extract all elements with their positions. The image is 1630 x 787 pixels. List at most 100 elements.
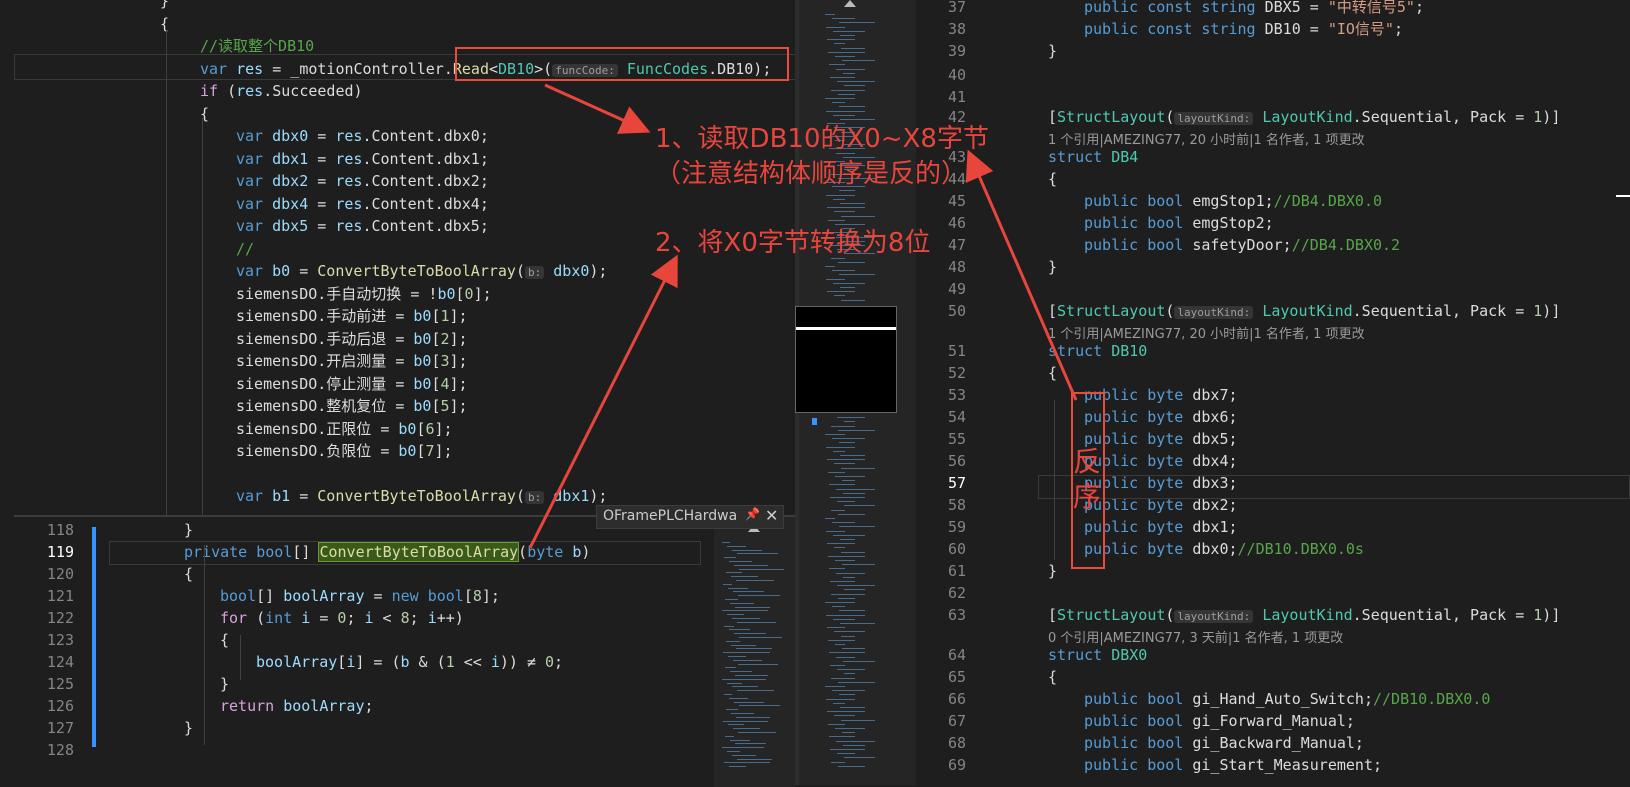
code-line[interactable]: public bool gi_Start_Measurement;: [1084, 754, 1382, 777]
code-line[interactable]: }: [1048, 560, 1057, 583]
line-number: 59: [947, 518, 966, 536]
minimap-line: [733, 728, 760, 730]
code-line[interactable]: [StructLayout(layoutKind: LayoutKind.Seq…: [1048, 106, 1560, 131]
code-line[interactable]: struct DB10: [1048, 340, 1147, 363]
code-line[interactable]: struct DBX0: [1048, 644, 1147, 667]
code-line[interactable]: public byte dbx7;: [1084, 384, 1238, 407]
minimap-line: [843, 744, 865, 746]
code-line[interactable]: public const string DB10 = "IO信号";: [1084, 18, 1403, 41]
minimap-line: [731, 644, 756, 646]
code-line[interactable]: var dbx2 = res.Content.dbx2;: [236, 170, 489, 193]
code-line[interactable]: //: [236, 238, 254, 261]
code-line[interactable]: public bool gi_Forward_Manual;: [1084, 710, 1355, 733]
code-line[interactable]: public bool safetyDoor;//DB4.DBX0.2: [1084, 234, 1400, 257]
minimap-line: [722, 610, 768, 612]
code-line[interactable]: public bool gi_Backward_Manual;: [1084, 732, 1364, 755]
peek-minimap[interactable]: [714, 517, 795, 787]
code-line[interactable]: bool[] boolArray = new bool[8];: [220, 585, 500, 608]
minimap-line: [826, 698, 855, 700]
code-line[interactable]: public byte dbx4;: [1084, 450, 1238, 473]
code-line[interactable]: boolArray[i] = (b & (1 << i)) ≠ 0;: [256, 651, 563, 674]
code-line[interactable]: }: [1048, 40, 1057, 63]
code-line[interactable]: siemensDO.停止测量 = b0[4];: [236, 373, 468, 396]
scroll-up-icon[interactable]: [844, 0, 856, 7]
minimap-line: [839, 190, 855, 192]
code-line[interactable]: }: [220, 673, 229, 696]
code-line[interactable]: siemensDO.负限位 = b0[7];: [236, 440, 453, 463]
peek-definition-window[interactable]: 118} 119 private bool[] ConvertByteToBoolA…: [14, 515, 795, 787]
minimap-line: [724, 557, 736, 559]
line-number: 50: [947, 302, 966, 320]
minimap-line: [840, 203, 865, 204]
code-line[interactable]: }: [184, 717, 193, 740]
code-line[interactable]: public const string DBX5 = "中转信号5";: [1084, 0, 1424, 19]
line-number: 63: [947, 606, 966, 624]
minimap-line: [841, 299, 865, 301]
code-line[interactable]: var dbx5 = res.Content.dbx5;: [236, 215, 489, 238]
code-line[interactable]: siemensDO.手动前进 = b0[1];: [236, 305, 468, 328]
minimap-line: [722, 542, 730, 543]
minimap-line: [727, 682, 742, 684]
code-line[interactable]: public byte dbx0;//DB10.DBX0.0s: [1084, 538, 1364, 561]
code-line[interactable]: public bool gi_Hand_Auto_Switch;//DB10.D…: [1084, 688, 1490, 711]
minimap-line: [727, 751, 740, 752]
code-line[interactable]: var dbx1 = res.Content.dbx1;: [236, 148, 489, 171]
code-line[interactable]: public bool emgStop2;: [1084, 212, 1274, 235]
code-line[interactable]: public byte dbx1;: [1084, 516, 1238, 539]
code-line[interactable]: }: [160, 0, 169, 13]
minimap-line: [723, 583, 732, 585]
annotation-convert-bits: 2、将X0字节转换为8位: [655, 228, 931, 258]
code-line[interactable]: var dbx4 = res.Content.dbx4;: [236, 193, 489, 216]
code-line[interactable]: return boolArray;: [220, 695, 374, 718]
line-number: 64: [947, 646, 966, 664]
code-line[interactable]: for (int i = 0; i < 8; i++): [220, 607, 464, 630]
code-line[interactable]: {: [1048, 362, 1057, 385]
code-line[interactable]: siemensDO.手动后退 = b0[2];: [236, 328, 468, 351]
code-line[interactable]: {: [184, 563, 193, 586]
code-line[interactable]: var b0 = ConvertByteToBoolArray(b: dbx0)…: [236, 260, 607, 285]
indent-guide: [240, 635, 241, 680]
minimap-line: [732, 686, 758, 688]
minimap-line: [831, 509, 845, 511]
line-number: 126: [46, 697, 74, 715]
annotation-read-db10: 1、读取DB10的X0~X8字节: [655, 124, 989, 154]
minimap-line: [827, 543, 855, 545]
code-line[interactable]: public byte dbx5;: [1084, 428, 1238, 451]
code-line[interactable]: if (res.Succeeded): [200, 80, 363, 103]
peek-tab[interactable]: OFramePLCHardwa 📌 ✕: [596, 505, 784, 529]
minimap-line: [739, 568, 784, 570]
code-line[interactable]: [StructLayout(layoutKind: LayoutKind.Seq…: [1048, 604, 1560, 629]
minimap-line: [844, 505, 875, 507]
code-line[interactable]: }: [184, 519, 193, 542]
close-icon[interactable]: ✕: [765, 506, 778, 525]
minimap-line: [840, 287, 855, 288]
indent-guide: [166, 30, 167, 515]
minimap-viewport[interactable]: [795, 306, 897, 413]
minimap-line: [729, 697, 748, 699]
minimap-line: [730, 602, 754, 604]
code-line[interactable]: public byte dbx6;: [1084, 406, 1238, 429]
minimap-line: [838, 513, 865, 515]
code-line[interactable]: siemensDO.整机复位 = b0[5];: [236, 395, 468, 418]
code-line[interactable]: siemensDO.开启测量 = b0[3];: [236, 350, 468, 373]
code-line[interactable]: {: [160, 13, 169, 36]
code-line[interactable]: siemensDO.手自动切换 = !b0[0];: [236, 283, 492, 306]
code-line[interactable]: struct DB4: [1048, 146, 1138, 169]
code-line[interactable]: public bool emgStop1;//DB4.DBX0.0: [1084, 190, 1382, 213]
line-number: 57: [947, 474, 966, 492]
code-line[interactable]: {: [1048, 666, 1057, 689]
code-line[interactable]: var b1 = ConvertByteToBoolArray(b: dbx1)…: [236, 485, 607, 510]
minimap-line: [832, 102, 845, 104]
minimap-line: [839, 106, 865, 108]
code-line[interactable]: siemensDO.正限位 = b0[6];: [236, 418, 453, 441]
pin-icon[interactable]: 📌: [745, 507, 760, 521]
code-line[interactable]: {: [1048, 168, 1057, 191]
minimap-line: [734, 564, 768, 566]
code-line[interactable]: var dbx0 = res.Content.dbx0;: [236, 125, 489, 148]
code-line[interactable]: {: [220, 629, 229, 652]
code-line[interactable]: }: [1048, 256, 1057, 279]
minimap-line: [840, 35, 855, 36]
right-code-editor[interactable]: 37 public const string DBX5 = "中转信号5"; 38 p…: [898, 0, 1630, 785]
minimap-current-line: [796, 327, 896, 330]
code-line[interactable]: [StructLayout(layoutKind: LayoutKind.Seq…: [1048, 300, 1560, 325]
